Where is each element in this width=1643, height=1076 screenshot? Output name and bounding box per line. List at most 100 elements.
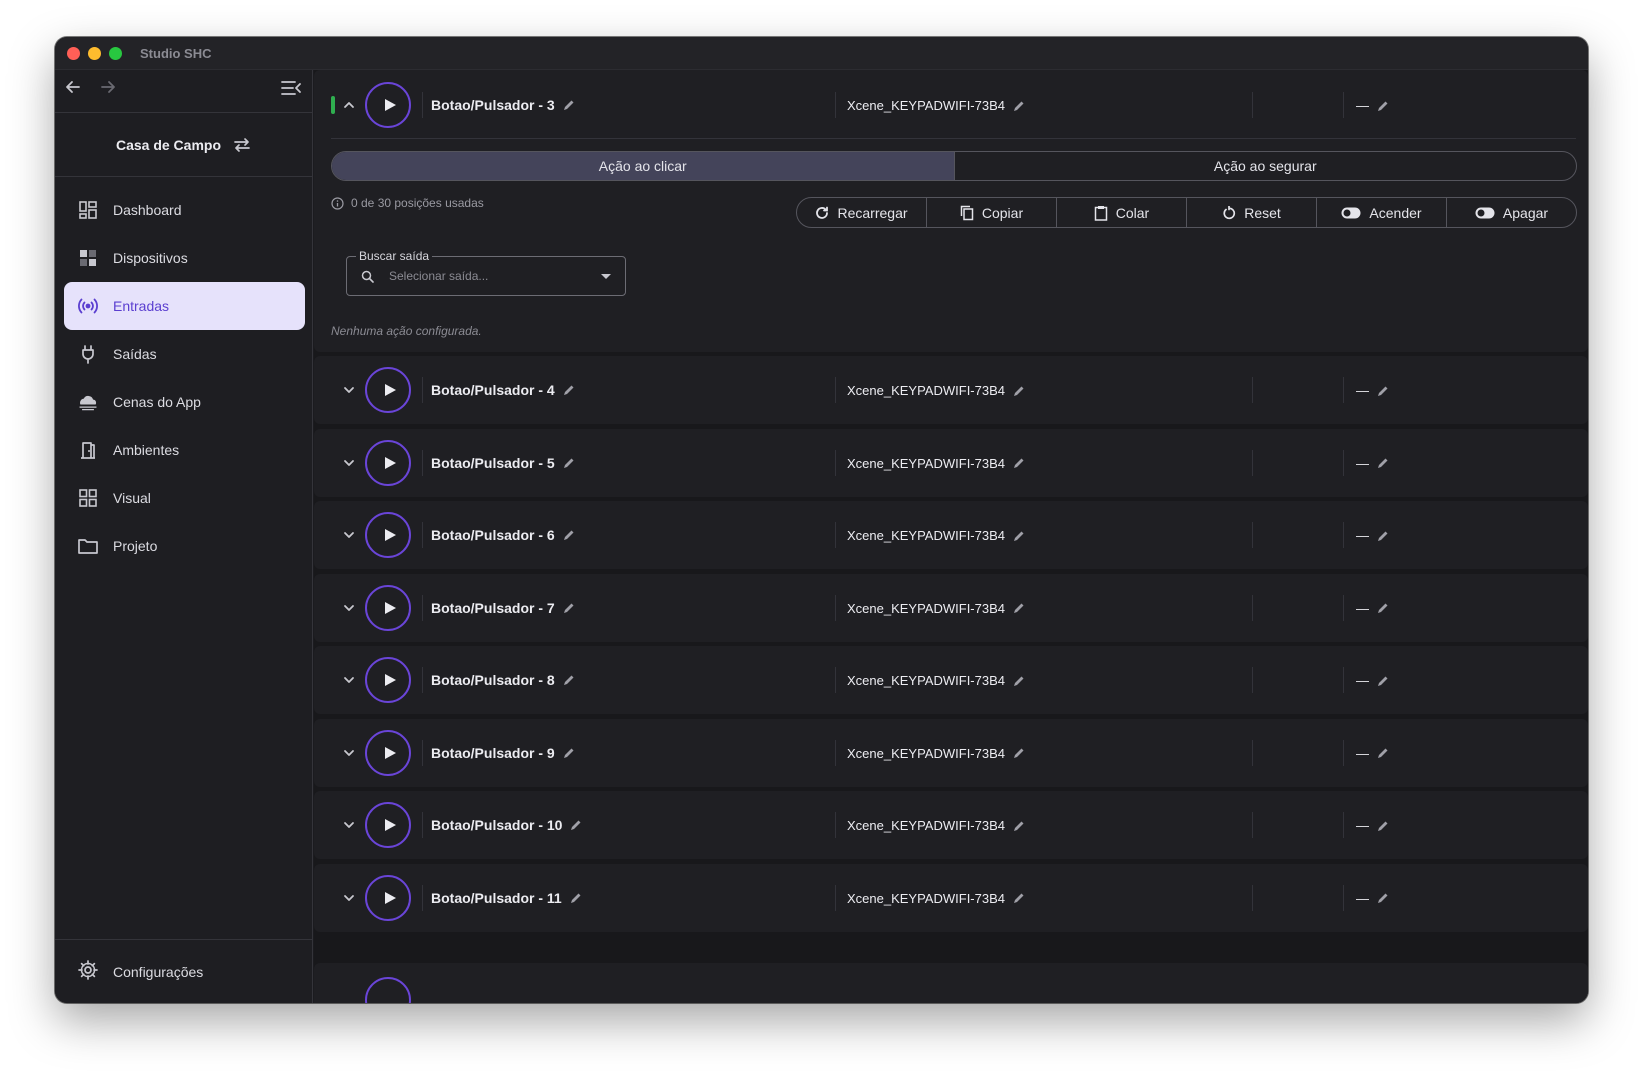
reset-button[interactable]: Reset: [1186, 198, 1316, 227]
input-row-partial[interactable]: [314, 963, 1588, 1003]
paste-button[interactable]: Colar: [1056, 198, 1186, 227]
copy-button[interactable]: Copiar: [926, 198, 1056, 227]
edit-pencil-icon[interactable]: [563, 602, 575, 614]
device-name: Xcene_KEYPADWIFI-73B4: [847, 891, 1025, 906]
output-search-field[interactable]: Buscar saída: [346, 249, 626, 296]
edit-pencil-icon[interactable]: [1013, 457, 1025, 469]
forward-arrow-icon[interactable]: [96, 78, 120, 102]
input-row[interactable]: Botao/Pulsador - 9 Xcene_KEYPADWIFI-73B4…: [314, 718, 1588, 787]
edit-pencil-icon[interactable]: [563, 747, 575, 759]
edit-pencil-icon[interactable]: [1377, 820, 1389, 832]
edit-pencil-icon[interactable]: [563, 529, 575, 541]
zoom-window-button[interactable]: [109, 47, 122, 60]
minimize-window-button[interactable]: [88, 47, 101, 60]
sidebar-item-dispositivos[interactable]: Dispositivos: [64, 234, 305, 282]
input-row[interactable]: Botao/Pulsador - 5 Xcene_KEYPADWIFI-73B4…: [314, 428, 1588, 497]
edit-pencil-icon[interactable]: [1377, 675, 1389, 687]
sidebar-item-saidas[interactable]: Saídas: [64, 330, 305, 378]
door-icon: [77, 439, 99, 461]
input-value-text: —: [1356, 890, 1369, 906]
input-value: —: [1356, 456, 1389, 471]
edit-pencil-icon[interactable]: [1013, 100, 1025, 112]
chevron-up-icon[interactable]: [341, 97, 357, 113]
input-row[interactable]: Botao/Pulsador - 7 Xcene_KEYPADWIFI-73B4…: [314, 573, 1588, 642]
edit-pencil-icon[interactable]: [1377, 457, 1389, 469]
settings-button[interactable]: Configurações: [55, 939, 312, 1003]
input-row[interactable]: Botao/Pulsador - 10 Xcene_KEYPADWIFI-73B…: [314, 791, 1588, 859]
edit-pencil-icon[interactable]: [563, 99, 575, 111]
edit-pencil-icon[interactable]: [1377, 385, 1389, 397]
edit-pencil-icon[interactable]: [563, 674, 575, 686]
project-switcher[interactable]: Casa de Campo: [55, 113, 312, 177]
search-icon: [361, 270, 374, 283]
folder-icon: [77, 535, 99, 557]
play-button[interactable]: [365, 657, 411, 703]
device-name: Xcene_KEYPADWIFI-73B4: [847, 528, 1025, 543]
input-value-text: —: [1356, 455, 1369, 471]
play-button[interactable]: [365, 802, 411, 848]
chevron-down-icon[interactable]: [341, 382, 357, 398]
edit-pencil-icon[interactable]: [1013, 747, 1025, 759]
sidebar-item-entradas[interactable]: Entradas: [64, 282, 305, 330]
edit-pencil-icon[interactable]: [1377, 530, 1389, 542]
chevron-down-icon[interactable]: [341, 527, 357, 543]
divider: [1252, 522, 1253, 548]
edit-pencil-icon[interactable]: [570, 819, 582, 831]
close-window-button[interactable]: [67, 47, 80, 60]
tab-acao-ao-segurar[interactable]: Ação ao segurar: [953, 152, 1577, 180]
device-name-text: Xcene_KEYPADWIFI-73B4: [847, 383, 1005, 398]
sidebar-item-cenas[interactable]: Cenas do App: [64, 378, 305, 426]
edit-pencil-icon[interactable]: [1013, 892, 1025, 904]
dropdown-arrow-icon[interactable]: [601, 274, 611, 279]
edit-pencil-icon[interactable]: [1013, 385, 1025, 397]
edit-pencil-icon[interactable]: [563, 457, 575, 469]
chevron-down-icon[interactable]: [341, 745, 357, 761]
edit-pencil-icon[interactable]: [1377, 100, 1389, 112]
divider: [835, 377, 836, 403]
turn-off-button[interactable]: Apagar: [1446, 198, 1576, 227]
reload-button[interactable]: Recarregar: [797, 198, 926, 227]
edit-pencil-icon[interactable]: [570, 892, 582, 904]
chevron-down-icon[interactable]: [341, 672, 357, 688]
device-name: Xcene_KEYPADWIFI-73B4: [847, 746, 1025, 761]
sidebar-item-visual[interactable]: Visual: [64, 474, 305, 522]
input-row[interactable]: Botao/Pulsador - 6 Xcene_KEYPADWIFI-73B4…: [314, 501, 1588, 569]
input-row[interactable]: Botao/Pulsador - 8 Xcene_KEYPADWIFI-73B4…: [314, 646, 1588, 714]
play-button[interactable]: [365, 729, 411, 776]
play-button[interactable]: [365, 512, 411, 558]
edit-pencil-icon[interactable]: [1013, 530, 1025, 542]
tab-acao-ao-clicar[interactable]: Ação ao clicar: [332, 152, 954, 180]
sidebar-item-ambientes[interactable]: Ambientes: [64, 426, 305, 474]
edit-pencil-icon[interactable]: [563, 384, 575, 396]
swap-icon[interactable]: [233, 137, 251, 153]
play-button[interactable]: [365, 584, 411, 631]
edit-pencil-icon[interactable]: [1013, 602, 1025, 614]
edit-pencil-icon[interactable]: [1377, 892, 1389, 904]
play-button[interactable]: [365, 977, 411, 1003]
edit-pencil-icon[interactable]: [1013, 675, 1025, 687]
input-row[interactable]: Botao/Pulsador - 11 Xcene_KEYPADWIFI-73B…: [314, 863, 1588, 932]
divider: [1252, 812, 1253, 838]
chevron-down-icon[interactable]: [341, 890, 357, 906]
play-button[interactable]: [365, 82, 411, 128]
search-input[interactable]: [389, 267, 589, 285]
chevron-down-icon[interactable]: [341, 817, 357, 833]
chevron-down-icon[interactable]: [341, 600, 357, 616]
back-arrow-icon[interactable]: [61, 78, 85, 102]
edit-pencil-icon[interactable]: [1377, 602, 1389, 614]
collapse-sidebar-icon[interactable]: [280, 79, 304, 101]
input-row[interactable]: Botao/Pulsador - 4 Xcene_KEYPADWIFI-73B4…: [314, 356, 1588, 424]
play-button[interactable]: [365, 874, 411, 921]
turn-on-button[interactable]: Acender: [1316, 198, 1446, 227]
chevron-down-icon[interactable]: [341, 455, 357, 471]
input-value: —: [1356, 673, 1389, 688]
sidebar-item-dashboard[interactable]: Dashboard: [64, 186, 305, 234]
sidebar-item-projeto[interactable]: Projeto: [64, 522, 305, 570]
action-tabs: Ação ao clicar Ação ao segurar: [331, 151, 1577, 181]
edit-pencil-icon[interactable]: [1013, 820, 1025, 832]
device-name-text: Xcene_KEYPADWIFI-73B4: [847, 673, 1005, 688]
play-button[interactable]: [365, 439, 411, 486]
input-value-text: —: [1356, 383, 1369, 398]
edit-pencil-icon[interactable]: [1377, 747, 1389, 759]
play-button[interactable]: [365, 367, 411, 413]
